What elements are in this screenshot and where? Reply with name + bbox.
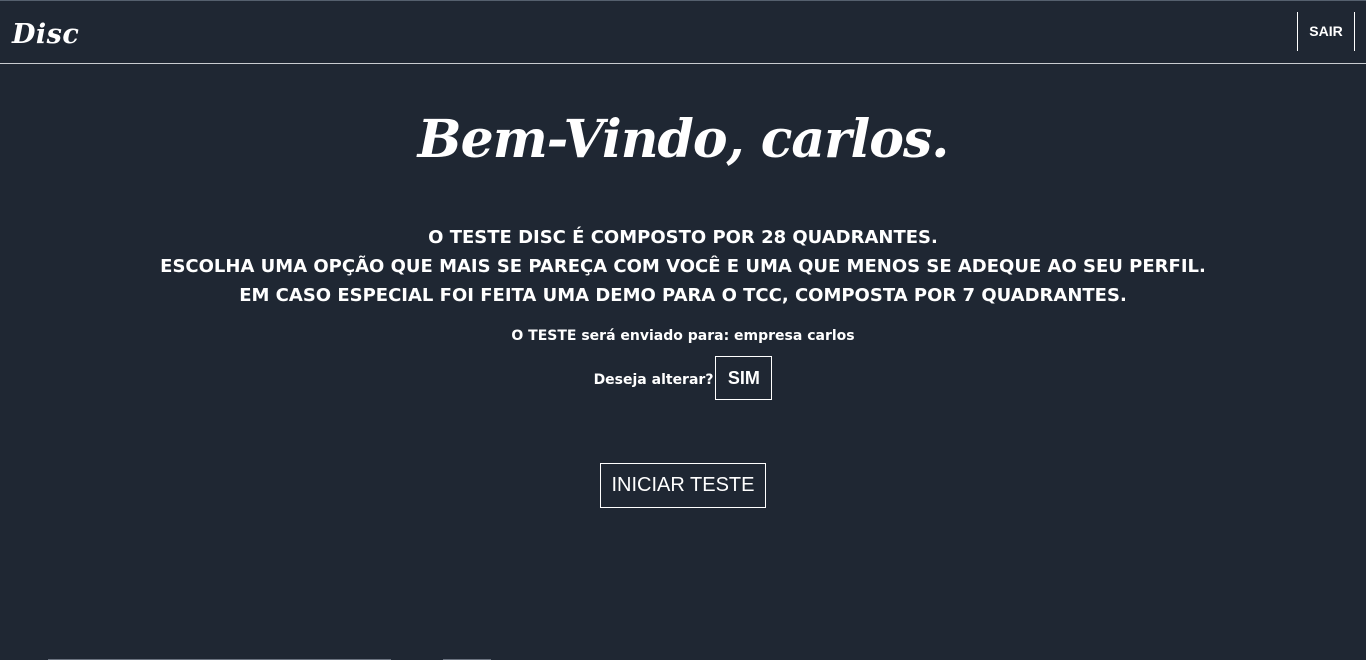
app-window: Disc SAIR Bem-Vindo, carlos. O TESTE DIS…: [0, 0, 1366, 660]
brand-logo[interactable]: Disc: [12, 19, 79, 50]
intro-line: ESCOLHA UMA OPÇÃO QUE MAIS SE PAREÇA COM…: [160, 256, 1206, 277]
navbar: Disc SAIR: [0, 1, 1366, 64]
change-company-yes-button[interactable]: SIM: [715, 356, 773, 400]
welcome-heading: Bem-Vindo, carlos.: [417, 109, 950, 170]
intro-line: EM CASO ESPECIAL FOI FEITA UMA DEMO PARA…: [239, 285, 1127, 306]
change-company-row: Deseja alterar? SIM: [0, 356, 1366, 400]
change-question-label: Deseja alterar?: [593, 372, 714, 388]
send-to-text: O TESTE será enviado para: empresa carlo…: [511, 328, 855, 344]
logout-button[interactable]: SAIR: [1297, 12, 1355, 51]
intro-text: O TESTE DISC É COMPOSTO POR 28 QUADRANTE…: [0, 223, 1366, 310]
start-test-button[interactable]: INICIAR TESTE: [600, 463, 766, 508]
intro-line: O TESTE DISC É COMPOSTO POR 28 QUADRANTE…: [428, 227, 938, 248]
